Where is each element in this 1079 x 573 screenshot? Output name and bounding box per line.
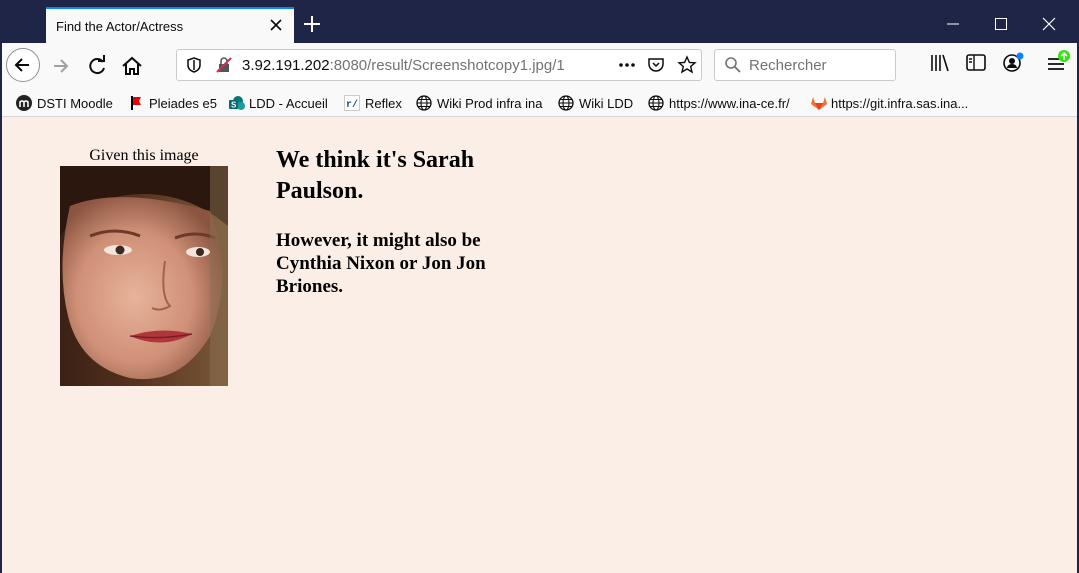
bookmark-label: https://git.infra.sas.ina... (831, 95, 969, 111)
reload-button[interactable] (82, 51, 112, 81)
account-icon[interactable] (1000, 51, 1030, 81)
bookmark-label: Wiki LDD (579, 95, 634, 111)
tab-active[interactable]: Find the Actor/Actress (46, 7, 294, 43)
tab-bar: Find the Actor/Actress (2, 5, 1077, 43)
input-face-photo (60, 166, 228, 386)
bookmark-label: Wiki Prod infra ina (437, 95, 543, 111)
search-bar[interactable]: Rechercher (714, 49, 896, 81)
bookmarks-toolbar: DSTI Moodle Pleiades e5 S LDD - Accueil … (2, 89, 1077, 117)
tab-title: Find the Actor/Actress (56, 19, 184, 34)
tracking-shield-icon[interactable] (185, 56, 203, 78)
bookmark-star-icon[interactable] (677, 55, 697, 79)
browser-window: Find the Actor/Actress 3.92.191.202:8080… (2, 5, 1077, 573)
navigation-bar: 3.92.191.202:8080/result/Screenshotcopy1… (2, 43, 1077, 89)
forward-button[interactable] (46, 51, 76, 81)
bookmark-ina-ce[interactable]: https://www.ina-ce.fr/ (648, 93, 790, 113)
bookmark-ldd-accueil[interactable]: S LDD - Accueil (228, 93, 328, 113)
page-actions-icon[interactable] (617, 56, 637, 78)
insecure-lock-icon[interactable] (215, 56, 233, 78)
url-path: :8080/result/Screenshotcopy1.jpg/1 (329, 57, 565, 74)
bookmark-dsti-moodle[interactable]: DSTI Moodle (16, 93, 113, 113)
back-button[interactable] (6, 48, 40, 82)
search-placeholder: Rechercher (749, 57, 827, 74)
new-tab-icon[interactable] (300, 12, 324, 36)
reload-icon (89, 55, 105, 75)
url-host: 3.92.191.202 (242, 57, 330, 74)
moodle-icon (16, 95, 32, 111)
bookmark-label: Reflex (365, 95, 402, 111)
reflex-icon: r/ (344, 95, 360, 111)
home-button[interactable] (117, 51, 147, 81)
search-icon (724, 56, 742, 78)
svg-text:S: S (231, 101, 237, 110)
globe-icon (416, 95, 432, 111)
sharepoint-icon: S (228, 95, 245, 111)
home-icon (122, 56, 142, 75)
globe-icon (648, 95, 664, 111)
page-content: Given this image We think it's Sarah Pau… (2, 117, 1077, 573)
arrow-right-icon (54, 59, 69, 73)
address-bar[interactable]: 3.92.191.202:8080/result/Screenshotcopy1… (176, 49, 702, 81)
sidebar-icon[interactable] (964, 51, 994, 81)
bookmark-wiki-ldd[interactable]: Wiki LDD (558, 93, 633, 113)
gitlab-icon (810, 95, 827, 111)
bookmark-pleiades[interactable]: Pleiades e5 (128, 93, 217, 113)
svg-text:r/: r/ (346, 99, 358, 111)
globe-icon (558, 95, 574, 111)
bookmark-gitlab[interactable]: https://git.infra.sas.ina... (810, 93, 968, 113)
tab-close-icon[interactable] (266, 15, 286, 35)
library-icon[interactable] (928, 51, 958, 81)
pleiades-icon (128, 95, 144, 111)
minimize-button[interactable] (929, 5, 977, 43)
arrow-left-icon (14, 58, 29, 72)
pocket-icon[interactable] (647, 56, 665, 78)
bookmark-label: DSTI Moodle (37, 95, 113, 111)
bookmark-label: LDD - Accueil (249, 95, 328, 111)
result-main-heading: We think it's Sarah Paulson. (276, 147, 475, 204)
bookmark-label: https://www.ina-ce.fr/ (669, 95, 790, 111)
given-image-label: Given this image (89, 147, 199, 164)
maximize-button[interactable] (977, 5, 1025, 43)
url-text[interactable]: 3.92.191.202:8080/result/Screenshotcopy1… (242, 57, 565, 74)
menu-update-icon[interactable] (1044, 49, 1074, 79)
bookmark-reflex[interactable]: r/ Reflex (344, 93, 402, 113)
bookmark-label: Pleiades e5 (149, 95, 217, 111)
close-window-button[interactable] (1025, 5, 1073, 43)
bookmark-wiki-prod[interactable]: Wiki Prod infra ina (416, 93, 542, 113)
result-alternatives: However, it might also be Cynthia Nixon … (276, 230, 486, 297)
